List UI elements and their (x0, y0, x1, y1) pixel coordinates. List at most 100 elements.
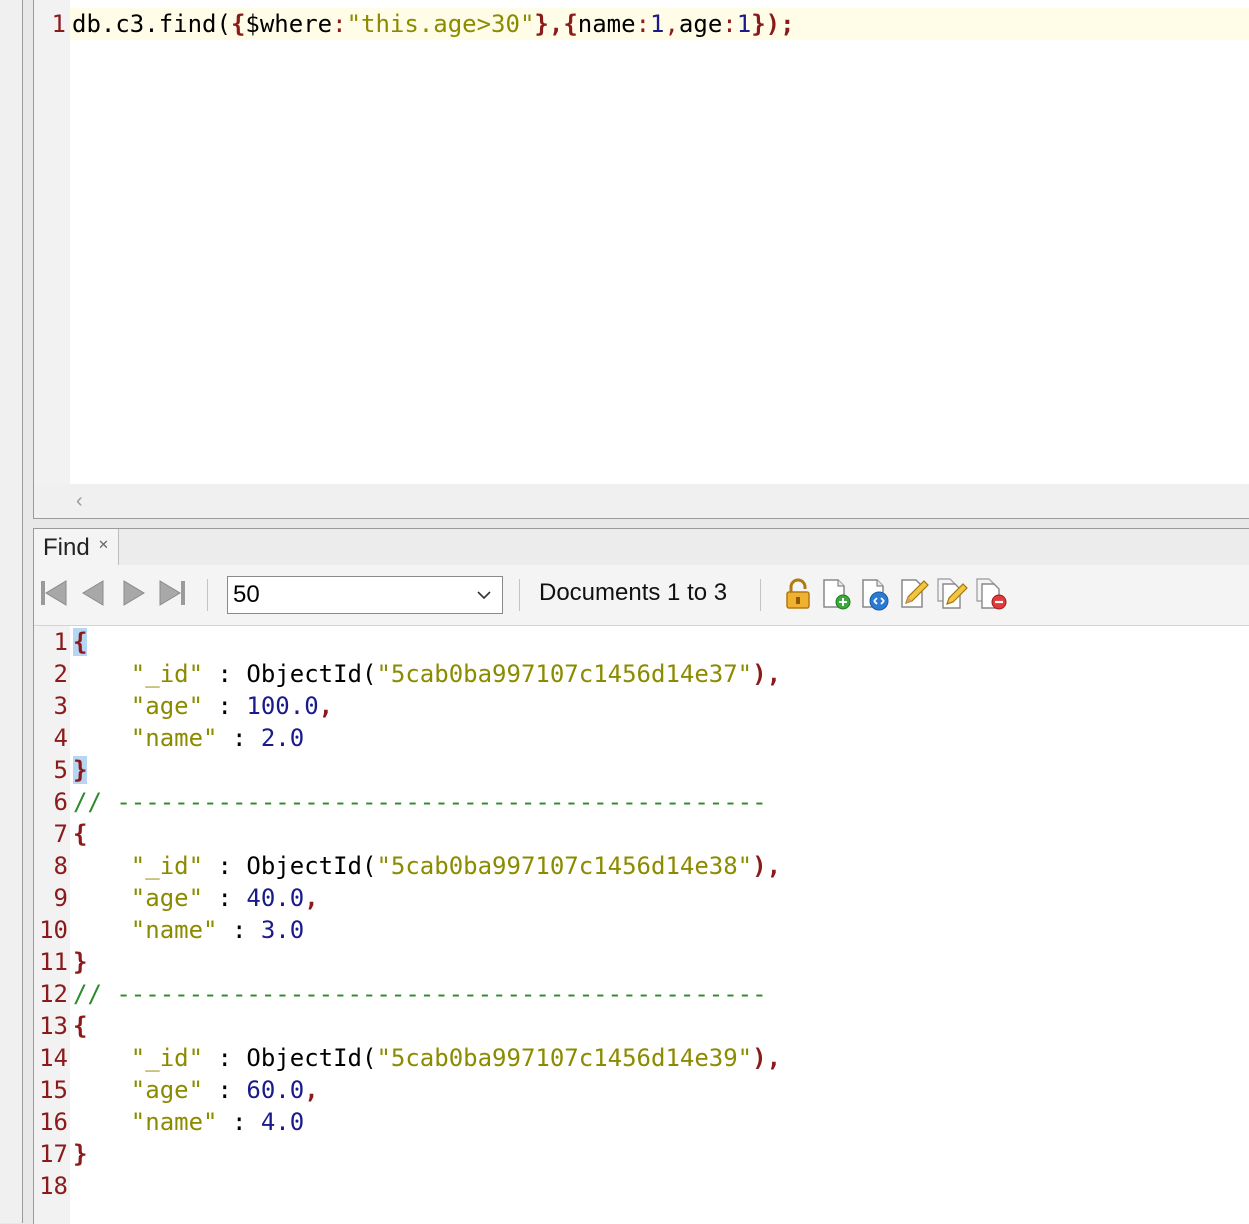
line-number: 5 (53, 756, 68, 784)
punctuation: , (304, 1076, 319, 1104)
line-number: 7 (53, 820, 68, 848)
first-page-icon (41, 580, 67, 606)
query-token: age (678, 10, 723, 38)
line-number: 8 (53, 852, 68, 880)
add-document-icon (823, 579, 851, 610)
view-document-icon (862, 579, 889, 611)
result-line: 14 "_id" : ObjectId("5cab0ba997107c1456d… (34, 1042, 1249, 1074)
delete-document-icon (976, 578, 1007, 610)
query-token: , (664, 10, 679, 38)
toolbar-separator (207, 579, 208, 611)
query-token: 1 (650, 10, 665, 38)
punctuation: , (318, 692, 334, 720)
name-value: 4.0 (260, 1108, 305, 1136)
editor-line-number: 1 (51, 10, 66, 38)
lock-button[interactable] (781, 577, 815, 611)
close-brace: } (73, 1140, 88, 1168)
result-line: 18 (34, 1170, 1249, 1202)
colon: : (217, 916, 261, 944)
view-document-button[interactable] (858, 577, 892, 611)
objectid-value: "5cab0ba997107c1456d14e38" (376, 852, 753, 880)
result-line: 4 "name" : 2.0 (34, 722, 1249, 754)
line-number: 14 (39, 1044, 68, 1072)
colon: : (203, 852, 247, 880)
line-number: 15 (39, 1076, 68, 1104)
results-text-area[interactable]: 1 { 2 "_id" : ObjectId("5cab0ba997107c14… (34, 626, 1249, 1224)
result-line: 2 "_id" : ObjectId("5cab0ba997107c1456d1… (34, 658, 1249, 690)
query-token: name (577, 10, 636, 38)
query-token: { (230, 10, 246, 38)
query-token: "this.age>30" (346, 10, 535, 38)
objectid-value: "5cab0ba997107c1456d14e39" (376, 1044, 753, 1072)
separator-comment: // -------------------------------------… (73, 788, 767, 816)
punctuation: ), (752, 660, 782, 688)
query-token: : (332, 10, 347, 38)
punctuation: , (304, 884, 319, 912)
horizontal-scrollbar[interactable]: ‹ (34, 484, 1249, 518)
add-document-button[interactable] (819, 577, 853, 611)
open-brace: { (73, 628, 88, 656)
prev-page-button[interactable] (79, 577, 109, 609)
objectid-fn: ObjectId( (246, 660, 377, 688)
page-size-select[interactable]: 50 (227, 576, 503, 614)
result-line: 7 { (34, 818, 1249, 850)
first-page-button[interactable] (39, 577, 69, 609)
objectid-fn: ObjectId( (246, 852, 377, 880)
prev-page-icon (82, 580, 104, 606)
name-value: 3.0 (260, 916, 305, 944)
age-value: 60.0 (246, 1076, 305, 1104)
close-icon[interactable]: ✕ (98, 537, 109, 553)
field-key: "age" (130, 884, 204, 912)
delete-document-button[interactable] (974, 577, 1008, 611)
tab-find-label: Find (43, 534, 90, 561)
line-number: 13 (39, 1012, 68, 1040)
edit-document-button[interactable] (897, 577, 931, 611)
colon: : (203, 884, 247, 912)
query-token: }); (751, 10, 795, 38)
open-brace: { (73, 820, 88, 848)
result-line: 10 "name" : 3.0 (34, 914, 1249, 946)
colon: : (203, 692, 247, 720)
query-token: 1 (736, 10, 752, 38)
field-key: "name" (130, 724, 218, 752)
line-number: 11 (39, 948, 68, 976)
result-line: 5 } (34, 754, 1249, 786)
query-token: { (563, 10, 578, 38)
query-token: : (635, 10, 651, 38)
line-number: 17 (39, 1140, 68, 1168)
line-number: 12 (39, 980, 68, 1008)
age-value: 100.0 (246, 692, 319, 720)
query-text[interactable]: db.c3.find({$where:"this.age>30"},{name:… (72, 8, 795, 40)
tab-find[interactable]: Find ✕ (34, 529, 119, 566)
result-line: 9 "age" : 40.0, (34, 882, 1249, 914)
result-line: 17 } (34, 1138, 1249, 1170)
line-number: 9 (53, 884, 68, 912)
result-line: 12 // ----------------------------------… (34, 978, 1249, 1010)
line-number: 4 (53, 724, 68, 752)
edit-multiple-icon (937, 578, 968, 609)
result-line: 6 // -----------------------------------… (34, 786, 1249, 818)
toolbar-separator (519, 579, 520, 611)
query-token: db.c3.find( (72, 10, 231, 38)
last-page-button[interactable] (157, 577, 187, 609)
objectid-fn: ObjectId( (246, 1044, 377, 1072)
result-line: 11 } (34, 946, 1249, 978)
result-line: 1 { (34, 626, 1249, 658)
field-key: "name" (130, 916, 218, 944)
punctuation: ), (752, 1044, 782, 1072)
next-page-button[interactable] (118, 577, 148, 609)
line-number: 3 (53, 692, 68, 720)
field-key: "_id" (130, 660, 204, 688)
editor-code-area[interactable]: db.c3.find({$where:"this.age>30"},{name:… (70, 0, 1249, 484)
scroll-left-icon[interactable]: ‹ (76, 490, 83, 513)
line-number: 2 (53, 660, 68, 688)
colon: : (217, 1108, 261, 1136)
query-token: $where (245, 10, 333, 38)
edit-multiple-button[interactable] (935, 577, 969, 611)
query-editor[interactable]: 1 db.c3.find({$where:"this.age>30"},{nam… (33, 0, 1249, 519)
line-number: 16 (39, 1108, 68, 1136)
editor-gutter: 1 (34, 0, 70, 484)
colon: : (217, 724, 261, 752)
field-key: "name" (130, 1108, 218, 1136)
objectid-value: "5cab0ba997107c1456d14e37" (376, 660, 753, 688)
